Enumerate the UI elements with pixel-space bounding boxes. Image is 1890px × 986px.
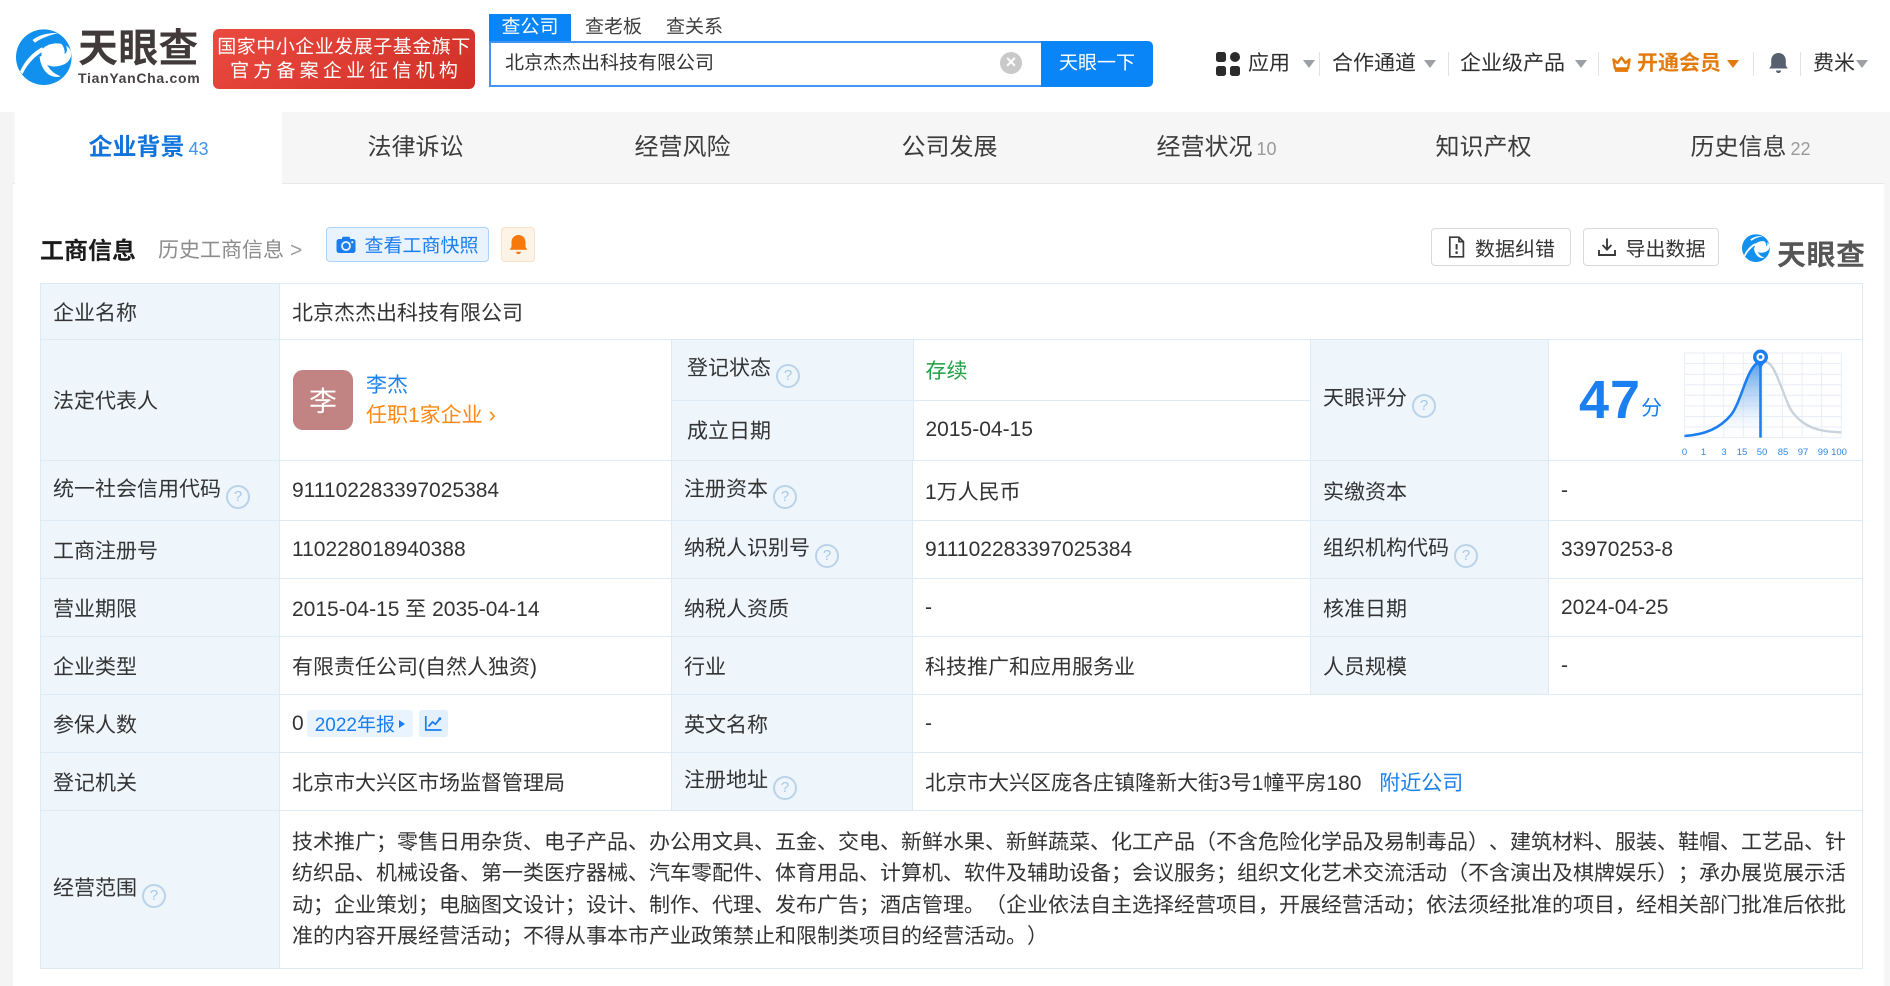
svg-text:3: 3 (1721, 447, 1726, 458)
svg-text:100: 100 (1831, 447, 1847, 458)
svg-text:97: 97 (1798, 447, 1809, 458)
svg-text:99: 99 (1818, 447, 1829, 458)
svg-text:85: 85 (1778, 447, 1789, 458)
svg-text:50: 50 (1757, 447, 1768, 458)
svg-text:1: 1 (1701, 447, 1706, 458)
svg-text:15: 15 (1737, 447, 1748, 458)
svg-text:0: 0 (1682, 447, 1687, 458)
